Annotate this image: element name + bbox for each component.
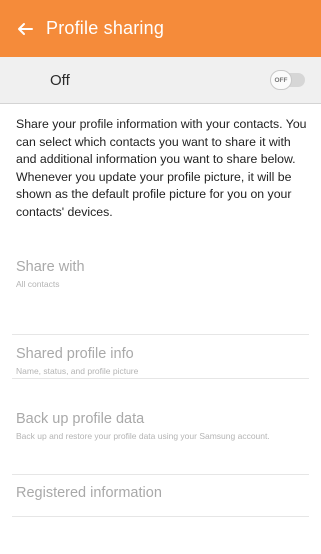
back-button[interactable] <box>14 18 36 40</box>
backup-profile-data-item[interactable]: Back up profile data Back up and restore… <box>0 410 321 442</box>
toggle-knob: OFF <box>270 70 292 90</box>
divider <box>12 378 309 379</box>
backup-profile-data-title: Back up profile data <box>16 411 145 427</box>
arrow-left-icon <box>18 22 33 35</box>
registered-information-item[interactable]: Registered information <box>0 484 321 502</box>
registered-information-title: Registered information <box>16 485 162 501</box>
profile-sharing-toggle[interactable]: OFF <box>270 70 305 90</box>
divider <box>12 474 309 475</box>
master-switch-label: Off <box>50 71 70 89</box>
share-with-subtitle: All contacts <box>16 279 60 289</box>
shared-profile-info-title: Shared profile info <box>16 346 134 362</box>
description-text: Share your profile information with your… <box>16 117 307 219</box>
page-title: Profile sharing <box>46 18 165 38</box>
shared-profile-info-item[interactable]: Shared profile info Name, status, and pr… <box>0 345 321 377</box>
share-with-item[interactable]: Share with All contacts <box>0 258 321 290</box>
divider <box>12 516 309 517</box>
master-switch-row[interactable]: Off OFF <box>0 57 321 104</box>
shared-profile-info-subtitle: Name, status, and profile picture <box>16 366 139 376</box>
backup-profile-data-subtitle: Back up and restore your profile data us… <box>16 431 270 441</box>
divider <box>12 334 309 335</box>
app-bar: Profile sharing <box>0 0 321 57</box>
share-with-title: Share with <box>16 259 85 275</box>
